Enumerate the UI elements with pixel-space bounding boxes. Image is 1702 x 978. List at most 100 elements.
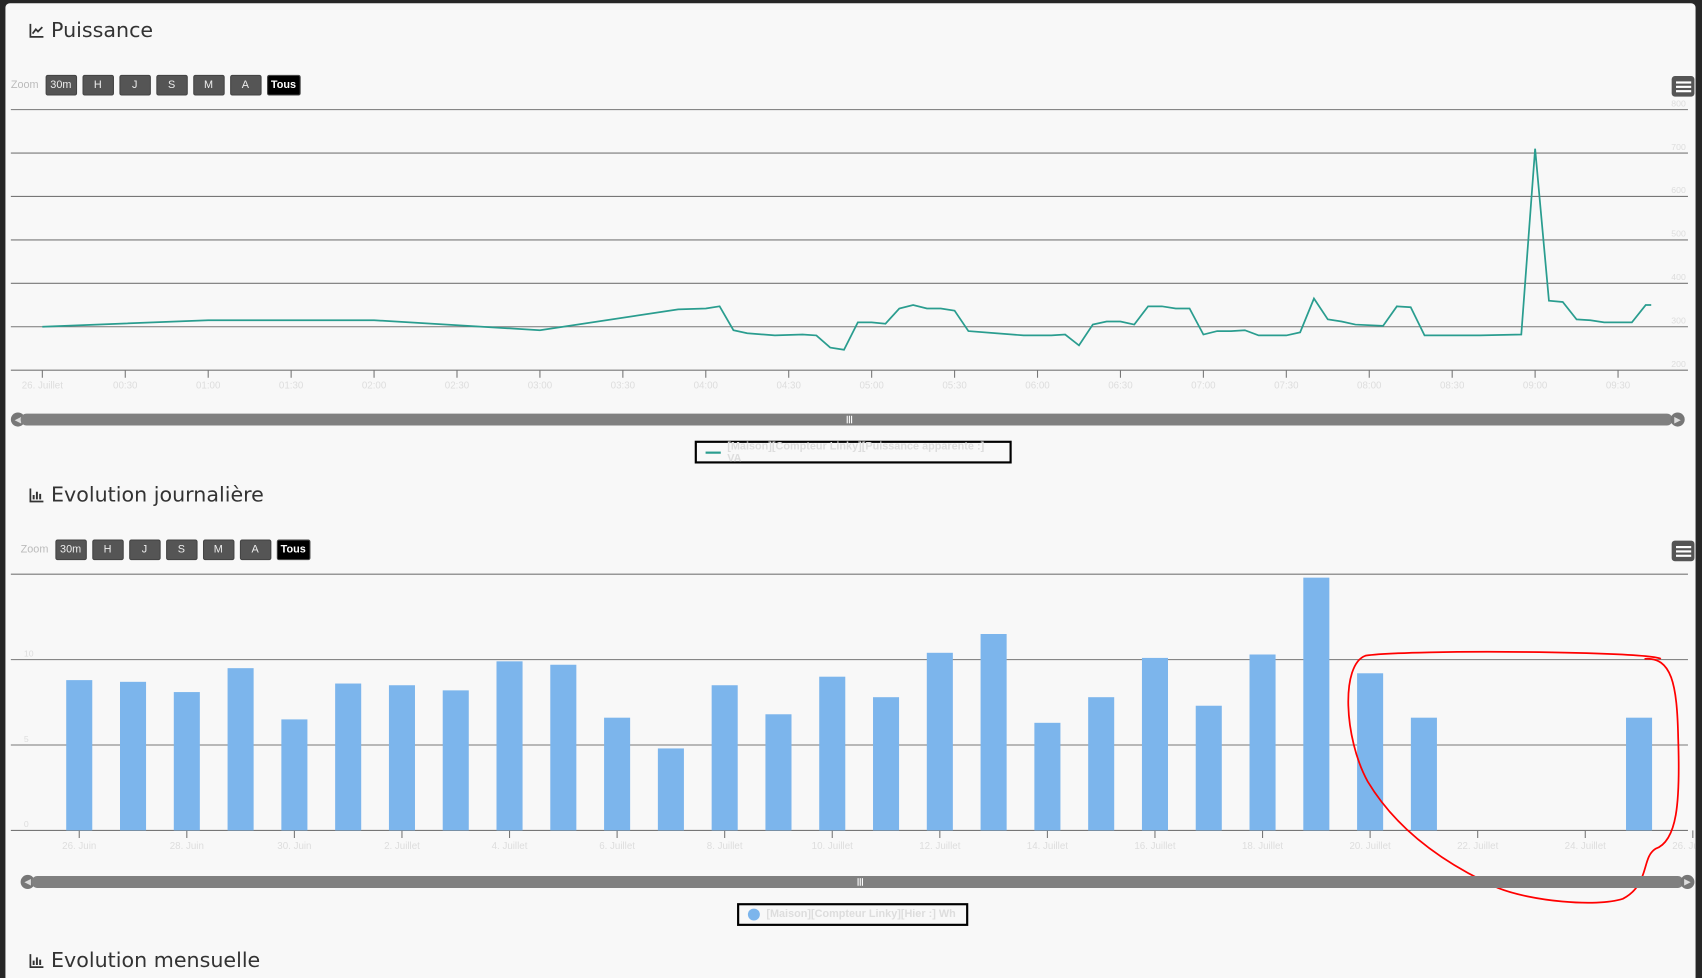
zoom-label: Zoom (20, 543, 49, 556)
chart-menu-button[interactable] (1671, 75, 1695, 97)
x-tick-label: 02:30 (445, 381, 470, 392)
bar (765, 714, 792, 831)
bar (1195, 705, 1222, 831)
bar-chart-icon (29, 488, 44, 503)
bar (173, 692, 200, 831)
zoom-button-tous[interactable]: Tous (266, 74, 301, 96)
scrollbar-grip[interactable] (857, 878, 863, 886)
bar (657, 748, 684, 831)
zoom-button-h[interactable]: H (91, 539, 124, 561)
bar (873, 697, 900, 831)
zoom-button-h[interactable]: H (82, 74, 114, 96)
bar (496, 661, 523, 831)
bar (1357, 673, 1384, 831)
x-tick-label: 4. Juillet (492, 841, 528, 852)
x-tick-label: 28. Juin (170, 841, 204, 852)
bar (227, 668, 254, 831)
scrollbar-grip[interactable] (846, 415, 853, 424)
x-tick-label: 12. Juillet (919, 841, 960, 852)
x-tick-label: 26. Juillet (22, 381, 63, 392)
y-tick-label: 300 (1671, 315, 1686, 325)
bar (550, 664, 577, 831)
x-tick-label: 00:30 (113, 381, 138, 392)
x-tick-label: 09:30 (1606, 381, 1631, 392)
y-tick-label: 800 (1671, 98, 1686, 108)
bar (281, 719, 308, 831)
bar (980, 634, 1007, 831)
section-title-text: Puissance (51, 18, 154, 43)
x-tick-label: 20. Juillet (1350, 841, 1391, 852)
x-tick-label: 01:30 (279, 381, 304, 392)
navigator-scrollbar[interactable] (31, 875, 1684, 888)
x-tick-label: 16. Juillet (1134, 841, 1175, 852)
zoom-button-a[interactable]: A (239, 539, 271, 561)
zoom-button-s[interactable]: S (155, 74, 188, 96)
chart-menu-button[interactable] (1671, 540, 1695, 562)
bar (120, 681, 147, 831)
bar-chart-icon (29, 954, 44, 969)
zoom-button-tous[interactable]: Tous (276, 539, 311, 561)
zoom-button-j[interactable]: J (128, 539, 161, 561)
x-tick-label: 14. Juillet (1027, 841, 1068, 852)
y-tick-label: 600 (1671, 185, 1686, 195)
y-tick-label: 10 (24, 648, 34, 658)
bar (1141, 657, 1168, 831)
legend-label: [Maison][Compteur Linky][Hier :] Wh (766, 908, 956, 921)
y-tick-label: 400 (1671, 272, 1686, 282)
dashboard-panel: 200 300 400 500 600 700 800 26. Juillet 00:30 01:… (5, 3, 1696, 978)
bar (1249, 654, 1276, 831)
legend-line-icon (705, 451, 721, 454)
x-tick-label: 04:30 (777, 381, 802, 392)
scroll-right-button[interactable]: ▶ (1680, 874, 1695, 890)
x-tick-label: 10. Juillet (812, 841, 853, 852)
x-tick-label: 07:00 (1191, 381, 1216, 392)
screen: 200 300 400 500 600 700 800 26. Juillet 00:30 01:… (0, 0, 1702, 978)
x-tick-label: 01:00 (196, 381, 221, 392)
x-tick-label: 05:30 (942, 381, 967, 392)
series-line (42, 148, 1652, 351)
x-tick-label: 03:00 (528, 381, 553, 392)
zoom-button-m[interactable]: M (202, 539, 234, 561)
y-tick-label: 0 (24, 819, 29, 829)
x-tick-label: 03:30 (611, 381, 636, 392)
zoom-button-m[interactable]: M (192, 74, 225, 96)
bar (1088, 697, 1115, 831)
y-tick-label: 200 (1671, 359, 1686, 369)
bar (819, 676, 846, 831)
line-chart-icon (29, 23, 44, 38)
x-tick-label: 2. Juillet (384, 841, 420, 852)
zoom-label: Zoom (10, 79, 39, 92)
navigator-scrollbar[interactable] (20, 413, 1673, 426)
x-tick-label: 08:00 (1357, 381, 1382, 392)
legend-dot-icon (747, 908, 760, 921)
x-tick-label: 26. Juillet (1672, 841, 1695, 852)
bar (1626, 717, 1653, 831)
legend-item[interactable]: [Maison][Compteur Linky][Hier :] Wh (737, 903, 969, 926)
zoom-selector: Zoom 30m H J S M A Tous (20, 539, 311, 561)
bar (926, 652, 953, 831)
zoom-button-30m[interactable]: 30m (45, 74, 77, 96)
legend-label: [Maison][Compteur Linky][Puissance appar… (727, 440, 985, 465)
x-tick-label: 08:30 (1440, 381, 1465, 392)
x-tick-label: 18. Juillet (1242, 841, 1283, 852)
zoom-button-s[interactable]: S (165, 539, 198, 561)
x-tick-label: 05:00 (859, 381, 884, 392)
zoom-button-a[interactable]: A (229, 74, 262, 96)
y-tick-label: 5 (24, 734, 29, 744)
x-tick-label: 30. Juin (277, 841, 311, 852)
x-tick-label: 07:30 (1274, 381, 1299, 392)
bar (335, 683, 362, 831)
bar (1303, 577, 1330, 831)
zoom-selector: Zoom 30m H J S M A Tous (10, 74, 301, 96)
scroll-right-button[interactable]: ▶ (1670, 412, 1685, 427)
bar (388, 685, 415, 831)
legend-item[interactable]: [Maison][Compteur Linky][Puissance appar… (694, 440, 1012, 465)
section-title-text: Evolution journalière (51, 483, 264, 507)
bar (1410, 717, 1437, 831)
x-tick-label: 02:00 (362, 381, 387, 392)
x-tick-label: 24. Juillet (1565, 841, 1606, 852)
zoom-button-j[interactable]: J (118, 74, 151, 96)
section-title-puissance: Puissance (29, 18, 153, 42)
zoom-button-30m[interactable]: 30m (54, 539, 87, 561)
section-title-text: Evolution mensuelle (51, 948, 261, 973)
